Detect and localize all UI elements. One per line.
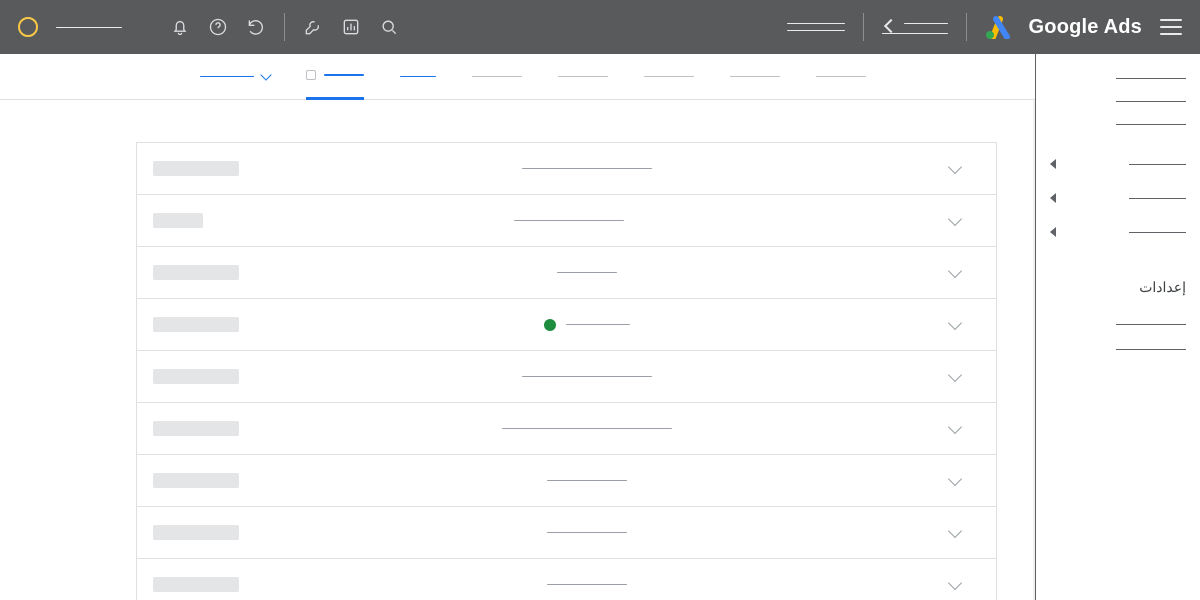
- row-value: [153, 577, 239, 592]
- tools-icon[interactable]: [303, 17, 323, 37]
- row-value: [153, 161, 239, 176]
- table-row[interactable]: [137, 455, 996, 507]
- chevron-down-icon: [948, 159, 962, 173]
- table-row[interactable]: [137, 507, 996, 559]
- row-value: [153, 369, 239, 384]
- topbar: Google Ads: [0, 0, 1200, 54]
- row-value: [153, 421, 239, 436]
- row-value: [153, 525, 239, 540]
- chevron-down-icon: [948, 471, 962, 485]
- chevron-down-icon: [948, 367, 962, 381]
- checkbox-icon: [306, 70, 316, 80]
- chevron-down-icon: [948, 263, 962, 277]
- caret-left-icon: [1050, 193, 1056, 203]
- reports-icon[interactable]: [341, 17, 361, 37]
- sidebar-link-2[interactable]: [1050, 124, 1186, 125]
- search-icon[interactable]: [379, 17, 399, 37]
- menu-icon[interactable]: [1160, 19, 1182, 35]
- sidebar: إعدادات: [1035, 54, 1200, 600]
- row-value: [153, 473, 239, 488]
- divider: [284, 13, 285, 41]
- row-value: [153, 317, 239, 332]
- chevron-down-icon: [948, 575, 962, 589]
- settings-table: [136, 142, 997, 600]
- sidebar-link-1[interactable]: [1050, 101, 1186, 102]
- tab-0[interactable]: [200, 74, 270, 79]
- sidebar-link-0[interactable]: [1050, 78, 1186, 79]
- tab-1[interactable]: [306, 54, 364, 100]
- tab-4[interactable]: [558, 76, 608, 77]
- chevron-down-icon: [948, 315, 962, 329]
- table-row[interactable]: [137, 559, 996, 600]
- table-row[interactable]: [137, 403, 996, 455]
- table-row[interactable]: [137, 351, 996, 403]
- content-area: [0, 100, 1033, 600]
- sidebar-bottom-link-1[interactable]: [1050, 349, 1186, 350]
- table-row[interactable]: [137, 299, 996, 351]
- help-icon[interactable]: [208, 17, 228, 37]
- undo-icon[interactable]: [246, 17, 266, 37]
- tab-6[interactable]: [730, 76, 780, 77]
- chevron-down-icon: [948, 211, 962, 225]
- tab-3[interactable]: [472, 76, 522, 77]
- row-value: [153, 213, 203, 228]
- caret-left-icon: [1050, 227, 1056, 237]
- caret-left-icon: [1050, 159, 1056, 169]
- divider: [863, 13, 864, 41]
- breadcrumb-secondary[interactable]: [882, 21, 948, 34]
- table-row[interactable]: [137, 247, 996, 299]
- sidebar-settings[interactable]: إعدادات: [1050, 279, 1186, 296]
- breadcrumb-primary[interactable]: [787, 23, 845, 31]
- tabstrip: [0, 54, 1200, 100]
- brand-name: Google Ads: [1029, 16, 1142, 39]
- row-value: [153, 265, 239, 280]
- chevron-down-icon: [948, 419, 962, 433]
- sidebar-expandable-0[interactable]: [1050, 159, 1186, 169]
- tab-2[interactable]: [400, 76, 436, 77]
- chevron-left-icon: [883, 18, 897, 32]
- account-name-placeholder: [56, 27, 122, 28]
- chevron-down-icon: [260, 69, 271, 80]
- tab-7[interactable]: [816, 76, 866, 77]
- table-row[interactable]: [137, 195, 996, 247]
- status-dot-icon: [544, 319, 556, 331]
- tab-5[interactable]: [644, 76, 694, 77]
- chevron-down-icon: [948, 523, 962, 537]
- account-status-circle[interactable]: [18, 17, 38, 37]
- sidebar-bottom-link-0[interactable]: [1050, 324, 1186, 325]
- sidebar-expandable-2[interactable]: [1050, 227, 1186, 237]
- divider: [966, 13, 967, 41]
- table-row[interactable]: [137, 143, 996, 195]
- google-ads-logo-icon: [985, 15, 1011, 39]
- bell-icon[interactable]: [170, 17, 190, 37]
- sidebar-expandable-1[interactable]: [1050, 193, 1186, 203]
